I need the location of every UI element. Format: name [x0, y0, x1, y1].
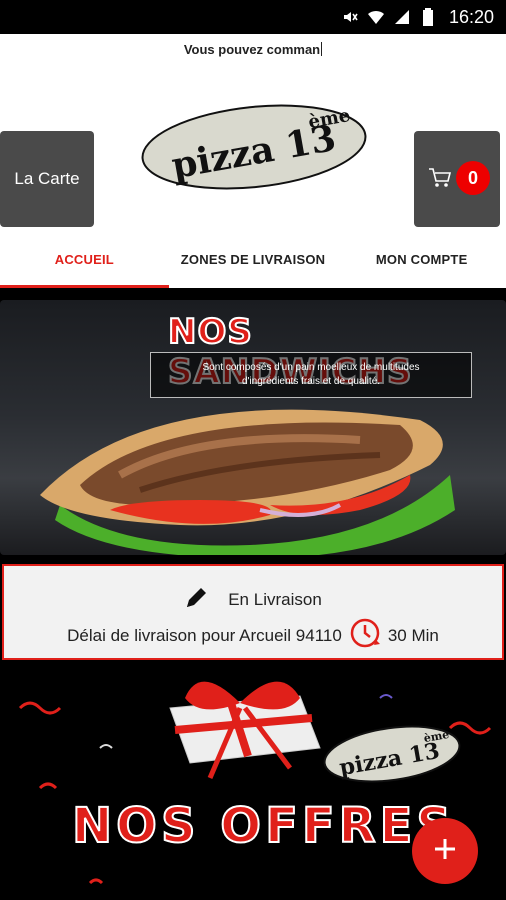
- delivery-delay-text: Délai de livraison pour Arcueil 94110: [67, 625, 342, 645]
- signal-icon: [393, 8, 411, 26]
- tab-accueil[interactable]: ACCUEIL: [0, 230, 169, 288]
- clock-icon: [348, 616, 382, 655]
- plus-icon: [432, 832, 458, 871]
- battery-icon: [419, 8, 437, 26]
- la-carte-button[interactable]: La Carte: [0, 131, 94, 227]
- marquee-banner: Vous pouvez comman: [0, 42, 506, 57]
- delivery-mode: En Livraison: [228, 589, 322, 609]
- wifi-icon: [367, 8, 385, 26]
- cart-button[interactable]: 0: [414, 131, 500, 227]
- delivery-info[interactable]: En Livraison Délai de livraison pour Arc…: [2, 564, 504, 660]
- main-tabs: ACCUEIL ZONES DE LIVRAISON MON COMPTE: [0, 230, 506, 288]
- app-header: Vous pouvez comman La Carte pizza 13 ème…: [0, 34, 506, 288]
- tab-mon-compte-label: MON COMPTE: [375, 251, 468, 267]
- tab-accueil-label: ACCUEIL: [54, 251, 114, 267]
- offers-logo: pizza 13 ème: [323, 725, 461, 783]
- status-bar: 16:20: [0, 0, 506, 34]
- la-carte-label: La Carte: [14, 169, 80, 188]
- add-fab-button[interactable]: [412, 818, 478, 884]
- pizza13-logo[interactable]: pizza 13 ème: [140, 102, 368, 192]
- cart-icon: [428, 167, 452, 189]
- marquee-text: Vous pouvez comman: [183, 42, 321, 57]
- sandwich-banner[interactable]: NOS SANDWICHS Sont composés d'un pain mo…: [0, 300, 506, 555]
- mute-icon: [341, 8, 359, 26]
- delivery-delay-value: 30 Min: [387, 625, 439, 645]
- cart-count-badge: 0: [456, 161, 490, 195]
- tab-mon-compte[interactable]: MON COMPTE: [337, 230, 506, 288]
- tab-zones-de-livraison[interactable]: ZONES DE LIVRAISON: [169, 230, 338, 288]
- offers-title: NOS OFFRES: [71, 797, 455, 855]
- tab-zones-label: ZONES DE LIVRAISON: [180, 251, 326, 267]
- banner-subtitle: Sont composés d'un pain moelleux de mult…: [150, 352, 472, 398]
- pencil-icon[interactable]: [184, 584, 210, 615]
- status-time: 16:20: [448, 6, 494, 27]
